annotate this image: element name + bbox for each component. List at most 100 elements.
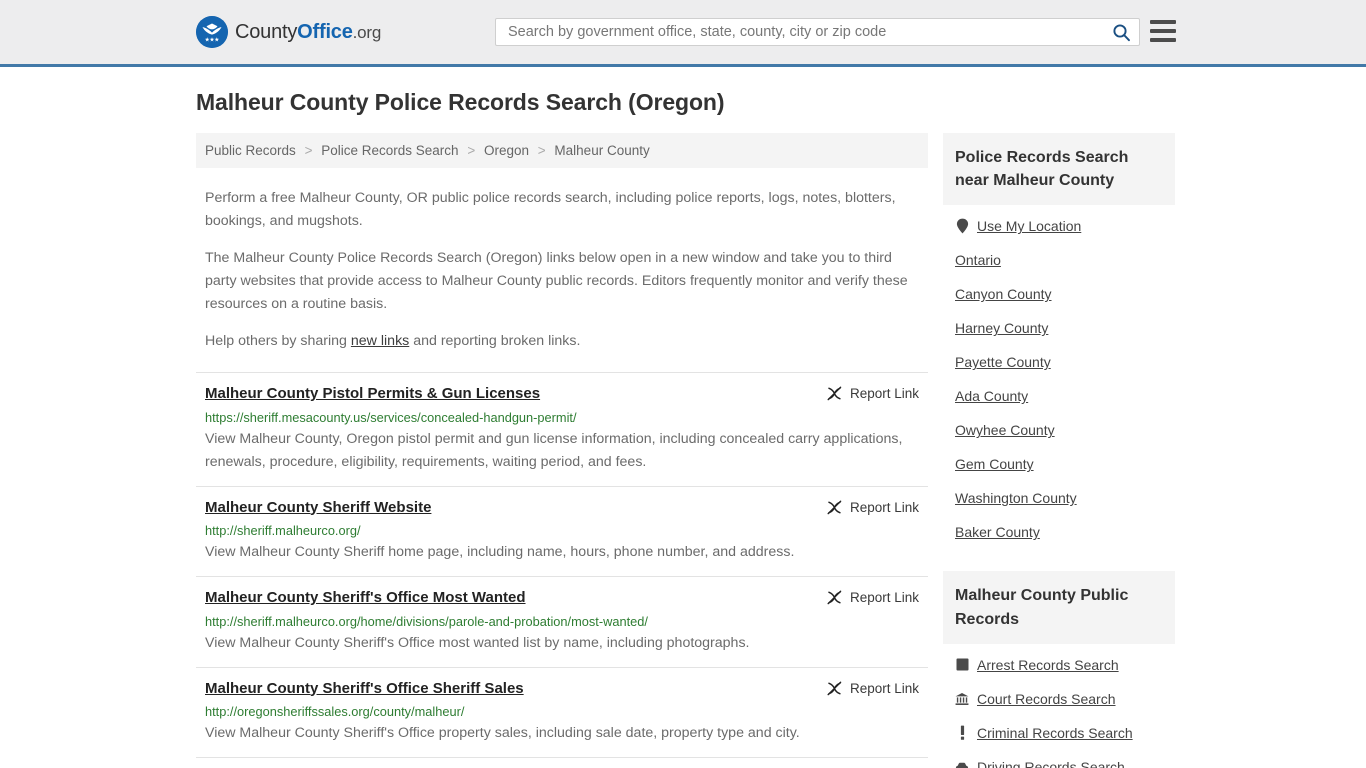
sidebar-nearby-link[interactable]: Use My Location [977, 218, 1081, 234]
report-link-label: Report Link [849, 499, 919, 515]
result-url-link[interactable]: http://sheriff.malheurco.org/home/divisi… [205, 614, 919, 629]
sidebar-public-records-item[interactable]: Driving Records Search [943, 750, 1175, 768]
broken-link-icon [826, 499, 843, 516]
report-link-button[interactable]: Report Link [826, 384, 919, 402]
breadcrumb-item-police-records-search[interactable]: Police Records Search [321, 143, 458, 158]
result-title-link[interactable]: Malheur County Pistol Permits & Gun Lice… [205, 384, 540, 404]
sidebar-nearby-link[interactable]: Ada County [955, 388, 1028, 404]
sidebar-public-records-link[interactable]: Arrest Records Search [977, 657, 1119, 673]
sidebar-nearby-link[interactable]: Gem County [955, 456, 1034, 472]
breadcrumb-item-oregon[interactable]: Oregon [484, 143, 529, 158]
logo-text-org: .org [352, 22, 382, 42]
result-url-link[interactable]: http://oregonsheriffssales.org/county/ma… [205, 704, 919, 719]
sidebar-nearby-link[interactable]: Baker County [955, 524, 1040, 540]
sidebar-nearby-item[interactable]: Use My Location [943, 209, 1175, 243]
intro-p3-before: Help others by sharing [205, 333, 351, 349]
sidebar-public-records-item[interactable]: Court Records Search [943, 682, 1175, 716]
breadcrumb-item-malheur-county[interactable]: Malheur County [554, 143, 649, 158]
result-item: Malheur County Sheriff Website Report Lin… [196, 485, 928, 577]
sidebar-nearby-link[interactable]: Payette County [955, 354, 1051, 370]
sidebar-nearby-item[interactable]: Baker County [943, 515, 1175, 549]
sidebar-nearby-item[interactable]: Owyhee County [943, 413, 1175, 447]
sidebar-public-records-item[interactable]: Criminal Records Search [943, 716, 1175, 750]
sidebar-nearby-item[interactable]: Ontario [943, 243, 1175, 277]
search-button[interactable] [1112, 23, 1131, 42]
page-title: Malheur County Police Records Search (Or… [196, 89, 725, 115]
filled-square-icon [955, 657, 969, 673]
result-title-link[interactable]: Malheur County Sheriff Website [205, 498, 431, 518]
result-header: Malheur County Pistol Permits & Gun Lice… [205, 384, 919, 404]
sidebar-public-records-link[interactable]: Court Records Search [977, 691, 1116, 707]
sidebar-nearby-item[interactable]: Washington County [943, 481, 1175, 515]
result-url-link[interactable]: https://sheriff.mesacounty.us/services/c… [205, 410, 919, 425]
sidebar-nearby-link[interactable]: Canyon County [955, 286, 1052, 302]
intro-p3-after: and reporting broken links. [409, 333, 581, 349]
sidebar-nearby-heading: Police Records Search near Malheur Count… [943, 133, 1175, 206]
sidebar-public-records-box: Malheur County Public Records Arrest Rec… [943, 571, 1175, 768]
sidebar-nearby-link[interactable]: Washington County [955, 490, 1077, 506]
report-link-button[interactable]: Report Link [826, 679, 919, 697]
sidebar-nearby-link[interactable]: Owyhee County [955, 422, 1055, 438]
result-header: Malheur County Sheriff Website Report Lin… [205, 498, 919, 518]
intro-paragraph-2: The Malheur County Police Records Search… [205, 250, 908, 312]
result-description: View Malheur County Sheriff's Office mos… [205, 634, 750, 651]
sidebar: Police Records Search near Malheur Count… [943, 133, 1175, 768]
hamburger-bar [1150, 29, 1176, 33]
courthouse-icon [955, 691, 969, 707]
search-input[interactable] [506, 23, 1112, 41]
report-link-label: Report Link [849, 590, 919, 605]
broken-link-icon [826, 385, 843, 402]
sidebar-nearby-list: Use My Location Ontario Canyon County Harne… [943, 205, 1175, 549]
sidebar-nearby-box: Police Records Search near Malheur Count… [943, 133, 1175, 549]
report-link-label: Report Link [849, 386, 919, 401]
logo-text-office: Office [297, 20, 353, 43]
result-description: View Malheur County, Oregon pistol permi… [205, 430, 903, 470]
content-columns: Public Records > Police Records Search >… [196, 133, 1175, 768]
breadcrumb-item-public-records[interactable]: Public Records [205, 143, 296, 158]
intro-paragraph-3: Help others by sharing new links and rep… [205, 330, 919, 353]
breadcrumb: Public Records > Police Records Search >… [196, 133, 928, 168]
result-title-link[interactable]: Malheur County Sheriff's Office Sheriff … [205, 679, 524, 699]
sidebar-nearby-item[interactable]: Canyon County [943, 277, 1175, 311]
sidebar-nearby-item[interactable]: Gem County [943, 447, 1175, 481]
sidebar-nearby-link[interactable]: Harney County [955, 320, 1048, 336]
result-header: Malheur County Sheriff's Office Most Wan… [205, 588, 919, 608]
sidebar-public-records-link[interactable]: Driving Records Search [977, 759, 1125, 768]
hamburger-menu-icon[interactable] [1150, 20, 1176, 42]
search-bar[interactable] [495, 18, 1140, 46]
eagle-shield-icon [196, 16, 228, 48]
report-link-button[interactable]: Report Link [826, 498, 919, 516]
logo-text-county: County [235, 20, 298, 43]
hamburger-bar [1150, 38, 1176, 42]
intro-text: Perform a free Malheur County, OR public… [196, 187, 928, 353]
hamburger-bar [1150, 20, 1176, 24]
sidebar-public-records-list: Arrest Records Search Court Records Searc… [943, 644, 1175, 768]
main-column: Public Records > Police Records Search >… [196, 133, 928, 768]
results-list: Malheur County Pistol Permits & Gun Lice… [196, 372, 928, 768]
site-logo[interactable]: CountyOffice.org [196, 16, 381, 48]
new-links-link[interactable]: new links [351, 333, 409, 349]
result-item: Malheur County Pistol Permits & Gun Lice… [196, 372, 928, 486]
sidebar-nearby-item[interactable]: Payette County [943, 345, 1175, 379]
sidebar-nearby-link[interactable]: Ontario [955, 252, 1001, 268]
car-icon [955, 759, 969, 768]
result-description: View Malheur County Sheriff's Office pro… [205, 725, 800, 741]
sidebar-nearby-item[interactable]: Ada County [943, 379, 1175, 413]
result-title-link[interactable]: Malheur County Sheriff's Office Most Wan… [205, 588, 526, 608]
broken-link-icon [826, 589, 843, 606]
result-description: View Malheur County Sheriff home page, i… [205, 544, 795, 560]
breadcrumb-separator: > [537, 143, 546, 158]
breadcrumb-separator: > [304, 143, 313, 158]
report-link-button[interactable]: Report Link [826, 588, 919, 606]
sidebar-nearby-item[interactable]: Harney County [943, 311, 1175, 345]
result-url-link[interactable]: http://sheriff.malheurco.org/ [205, 523, 919, 538]
site-header: CountyOffice.org [0, 0, 1366, 67]
site-logo-text: CountyOffice.org [235, 21, 381, 44]
sidebar-public-records-heading: Malheur County Public Records [943, 571, 1175, 644]
search-icon [1112, 23, 1131, 45]
result-item: Malheur County Sheriff's Office Sheriff … [196, 666, 928, 758]
sidebar-public-records-link[interactable]: Criminal Records Search [977, 725, 1133, 741]
intro-paragraph-1: Perform a free Malheur County, OR public… [205, 190, 896, 229]
result-item: Ontario Police Department Press Releases… [196, 757, 928, 768]
sidebar-public-records-item[interactable]: Arrest Records Search [943, 648, 1175, 682]
